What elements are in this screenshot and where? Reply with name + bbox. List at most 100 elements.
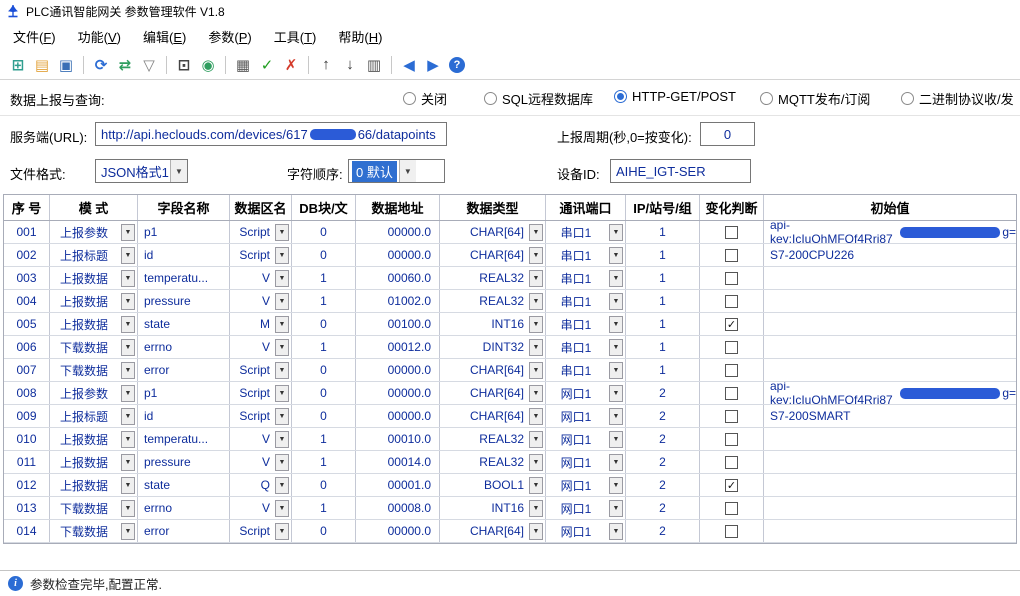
- data-area-combo[interactable]: V ▼: [230, 428, 292, 450]
- data-address-cell[interactable]: 00001.0: [356, 474, 440, 496]
- data-area-combo[interactable]: Script ▼: [230, 359, 292, 381]
- dropdown-arrow-icon[interactable]: ▼: [609, 338, 623, 356]
- sync-icon[interactable]: ⇄: [114, 54, 136, 76]
- radio-close[interactable]: 关闭: [403, 89, 447, 108]
- prev-icon[interactable]: ◀: [398, 54, 420, 76]
- mode-combo[interactable]: 上报数据 ▼: [50, 474, 138, 496]
- radio-binary-protocol[interactable]: 二进制协议收/发: [901, 89, 1014, 108]
- field-name-cell[interactable]: temperatu...: [138, 428, 230, 450]
- dropdown-arrow-icon[interactable]: ▼: [529, 269, 543, 287]
- dropdown-arrow-icon[interactable]: ▼: [529, 361, 543, 379]
- data-area-combo[interactable]: Script ▼: [230, 382, 292, 404]
- mode-combo[interactable]: 上报数据 ▼: [50, 451, 138, 473]
- change-detect-checkbox[interactable]: ✓: [725, 317, 738, 331]
- field-name-cell[interactable]: error: [138, 520, 230, 542]
- dropdown-arrow-icon[interactable]: ▼: [121, 407, 135, 425]
- dropdown-arrow-icon[interactable]: ▼: [529, 453, 543, 471]
- change-detect-checkbox[interactable]: [725, 432, 738, 446]
- dropdown-arrow-icon[interactable]: ▼: [121, 430, 135, 448]
- data-area-combo[interactable]: Script ▼: [230, 244, 292, 266]
- dropdown-arrow-icon[interactable]: ▼: [275, 315, 289, 333]
- field-name-cell[interactable]: errno: [138, 336, 230, 358]
- dropdown-arrow-icon[interactable]: ▼: [529, 223, 543, 241]
- db-block-cell[interactable]: 1: [292, 451, 356, 473]
- data-area-combo[interactable]: M ▼: [230, 313, 292, 335]
- mode-combo[interactable]: 上报标题 ▼: [50, 405, 138, 427]
- menu-e[interactable]: 编辑(E): [132, 23, 197, 50]
- data-address-cell[interactable]: 00010.0: [356, 428, 440, 450]
- change-detect-checkbox[interactable]: [725, 386, 738, 400]
- initial-value-cell[interactable]: api-key:IcIuOhMFQf4Rrj87 g=: [764, 221, 1016, 243]
- field-name-cell[interactable]: pressure: [138, 451, 230, 473]
- dropdown-arrow-icon[interactable]: ▼: [121, 292, 135, 310]
- dropdown-arrow-icon[interactable]: ▼: [121, 453, 135, 471]
- dropdown-arrow-icon[interactable]: ▼: [609, 384, 623, 402]
- dropdown-arrow-icon[interactable]: ▼: [609, 476, 623, 494]
- db-block-cell[interactable]: 1: [292, 497, 356, 519]
- initial-value-cell[interactable]: [764, 497, 1016, 519]
- dropdown-arrow-icon[interactable]: ▼: [275, 522, 289, 540]
- menu-v[interactable]: 功能(V): [67, 23, 132, 50]
- station-cell[interactable]: 2: [626, 405, 700, 427]
- data-type-combo[interactable]: REAL32 ▼: [440, 451, 546, 473]
- mode-combo[interactable]: 下载数据 ▼: [50, 520, 138, 542]
- dropdown-arrow-icon[interactable]: ▼: [121, 384, 135, 402]
- data-address-cell[interactable]: 00100.0: [356, 313, 440, 335]
- dropdown-arrow-icon[interactable]: ▼: [275, 246, 289, 264]
- data-type-combo[interactable]: REAL32 ▼: [440, 428, 546, 450]
- dropdown-arrow-icon[interactable]: ▼: [121, 315, 135, 333]
- data-type-combo[interactable]: REAL32 ▼: [440, 267, 546, 289]
- initial-value-cell[interactable]: [764, 336, 1016, 358]
- period-input[interactable]: [700, 122, 755, 146]
- data-address-cell[interactable]: 00000.0: [356, 520, 440, 542]
- comm-port-combo[interactable]: 网口1 ▼: [546, 451, 626, 473]
- dropdown-arrow-icon[interactable]: ▼: [609, 269, 623, 287]
- mode-combo[interactable]: 上报数据 ▼: [50, 290, 138, 312]
- comm-port-combo[interactable]: 串口1 ▼: [546, 313, 626, 335]
- db-block-cell[interactable]: 0: [292, 474, 356, 496]
- data-type-combo[interactable]: CHAR[64] ▼: [440, 359, 546, 381]
- field-name-cell[interactable]: state: [138, 474, 230, 496]
- initial-value-cell[interactable]: [764, 313, 1016, 335]
- db-block-cell[interactable]: 1: [292, 290, 356, 312]
- radio-http-get-post[interactable]: HTTP-GET/POST: [614, 89, 736, 104]
- station-cell[interactable]: 2: [626, 474, 700, 496]
- data-type-combo[interactable]: DINT32 ▼: [440, 336, 546, 358]
- menu-p[interactable]: 参数(P): [197, 23, 262, 50]
- dropdown-arrow-icon[interactable]: ▼: [121, 269, 135, 287]
- data-type-combo[interactable]: CHAR[64] ▼: [440, 405, 546, 427]
- open-file-icon[interactable]: ▤: [31, 54, 53, 76]
- network-icon[interactable]: ◉: [197, 54, 219, 76]
- help-icon[interactable]: ?: [449, 56, 465, 73]
- ports-icon[interactable]: ⊞: [7, 54, 29, 76]
- db-block-cell[interactable]: 0: [292, 244, 356, 266]
- comm-port-combo[interactable]: 串口1 ▼: [546, 244, 626, 266]
- dropdown-arrow-icon[interactable]: ▼: [529, 430, 543, 448]
- change-detect-checkbox[interactable]: [725, 340, 738, 354]
- data-area-combo[interactable]: V ▼: [230, 290, 292, 312]
- field-name-cell[interactable]: p1: [138, 382, 230, 404]
- comm-port-combo[interactable]: 网口1 ▼: [546, 405, 626, 427]
- field-name-cell[interactable]: pressure: [138, 290, 230, 312]
- refresh-icon[interactable]: ⟳: [90, 54, 112, 76]
- field-name-cell[interactable]: p1: [138, 221, 230, 243]
- dropdown-arrow-icon[interactable]: ▼: [529, 292, 543, 310]
- change-detect-checkbox[interactable]: [725, 501, 738, 515]
- comm-port-combo[interactable]: 串口1 ▼: [546, 267, 626, 289]
- db-block-cell[interactable]: 1: [292, 336, 356, 358]
- change-detect-checkbox[interactable]: [725, 271, 738, 285]
- format-combo[interactable]: JSON格式1 ▼: [95, 159, 188, 183]
- initial-value-cell[interactable]: [764, 428, 1016, 450]
- data-area-combo[interactable]: Script ▼: [230, 405, 292, 427]
- dropdown-arrow-icon[interactable]: ▼: [529, 522, 543, 540]
- dropdown-arrow-icon[interactable]: ▼: [121, 361, 135, 379]
- data-address-cell[interactable]: 00014.0: [356, 451, 440, 473]
- db-block-cell[interactable]: 1: [292, 267, 356, 289]
- dropdown-arrow-icon[interactable]: ▼: [609, 292, 623, 310]
- filter-icon[interactable]: ▽: [138, 54, 160, 76]
- initial-value-cell[interactable]: S7-200CPU226: [764, 244, 1016, 266]
- change-detect-checkbox[interactable]: [725, 524, 738, 538]
- data-address-cell[interactable]: 01002.0: [356, 290, 440, 312]
- next-icon[interactable]: ▶: [422, 54, 444, 76]
- dropdown-arrow-icon[interactable]: ▼: [121, 476, 135, 494]
